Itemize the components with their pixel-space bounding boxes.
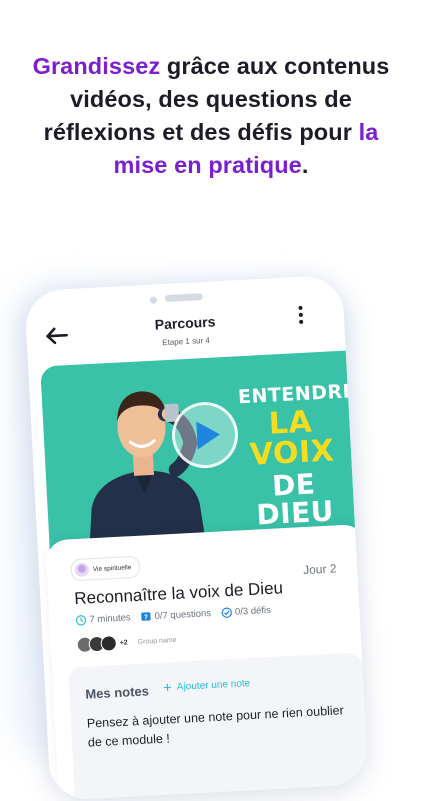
members-more-count: +2 [119, 638, 128, 647]
camera-dot [149, 296, 158, 304]
more-options-button[interactable] [293, 303, 308, 332]
duration-label: 7 minutes [89, 612, 131, 626]
video-title-line2: LA VOIX [248, 404, 336, 473]
top-bar: Parcours Etape 1 sur 4 [25, 299, 345, 362]
module-title: Reconnaître la voix de Dieu [73, 578, 284, 609]
add-note-button[interactable]: + Ajouter une note [162, 676, 251, 697]
headline-highlight-1: Grandissez [32, 53, 161, 79]
notes-card: Mes notes + Ajouter une note Pensez à aj… [67, 652, 369, 801]
check-circle-icon [221, 607, 232, 618]
speaker-grille [164, 293, 203, 303]
group-name: Group name [137, 636, 177, 646]
category-label: Vie spirituelle [92, 563, 132, 573]
day-label: Jour 2 [302, 561, 337, 578]
more-vertical-icon [293, 305, 308, 325]
add-note-label: Ajouter une note [176, 678, 251, 693]
avatar [100, 635, 118, 652]
category-avatar [74, 562, 90, 578]
video-title: ENTENDRE LA VOIX DE DIEU [237, 380, 357, 532]
question-icon: ? [141, 612, 151, 621]
play-icon [195, 420, 221, 450]
svg-text:?: ? [144, 613, 148, 621]
notes-placeholder: Pensez à ajouter une note pour ne rien o… [86, 703, 345, 750]
duration-stat: 7 minutes [75, 612, 131, 626]
plus-icon: + [162, 679, 173, 697]
questions-stat: ? 0/7 questions [140, 608, 211, 623]
video-title-line3: DE DIEU [255, 467, 335, 532]
headline-period: . [301, 152, 309, 178]
category-badge[interactable]: Vie spirituelle [70, 555, 140, 582]
clock-icon [75, 615, 87, 626]
challenges-label: 0/3 défis [234, 604, 272, 618]
headline: Grandissez grâce aux contenus vidéos, de… [20, 50, 402, 182]
questions-label: 0/7 questions [154, 608, 212, 622]
group-members[interactable]: +2 Group name [76, 632, 177, 654]
phone-mockup: Parcours Etape 1 sur 4 ENTENDRE LA VOIX … [24, 274, 369, 801]
module-sheet: Vie spirituelle Jour 2 Reconnaître la vo… [45, 523, 369, 801]
module-stats: 7 minutes ? 0/7 questions 0/3 défis [75, 605, 276, 626]
notes-title: Mes notes [84, 683, 150, 702]
video-title-line1: ENTENDRE [237, 380, 357, 409]
challenges-stat: 0/3 défis [221, 605, 271, 619]
